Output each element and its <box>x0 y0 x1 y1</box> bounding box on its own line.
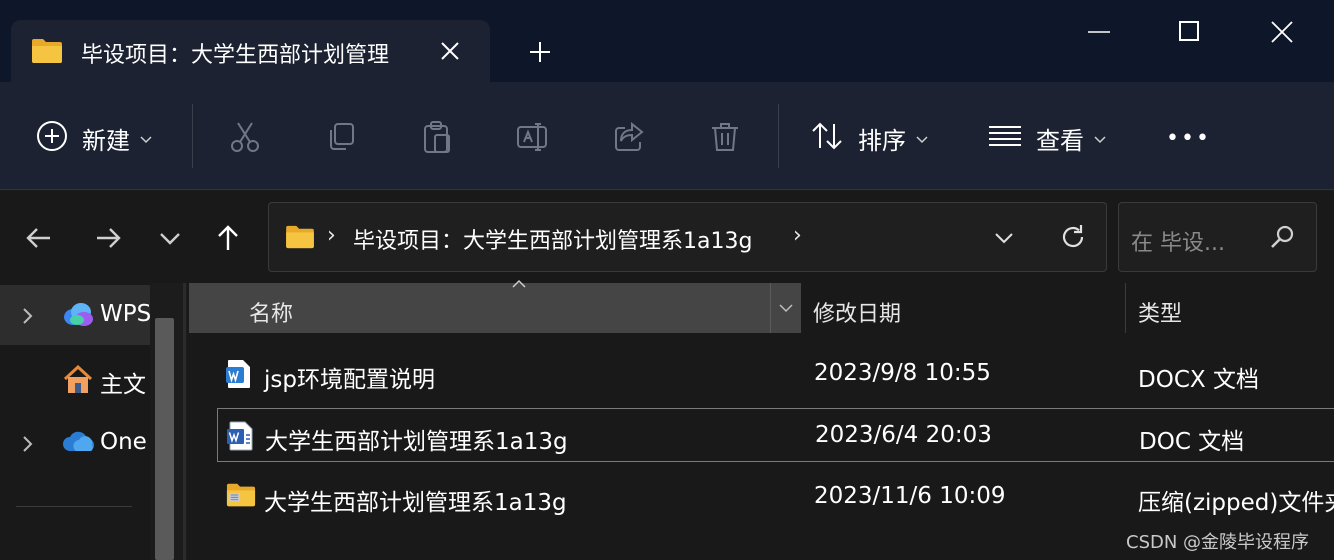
search-box[interactable]: 在 毕设... <box>1118 202 1317 272</box>
chevron-down-icon <box>140 129 152 148</box>
file-type: DOCX 文档 <box>1138 367 1259 393</box>
column-type-label: 类型 <box>1138 302 1183 327</box>
back-arrow-icon[interactable] <box>22 221 56 255</box>
file-row[interactable]: 大学生西部计划管理系1a13g 2023/11/6 10:09 压缩(zippe… <box>217 470 1334 524</box>
rename-icon[interactable] <box>516 120 550 154</box>
more-label: ••• <box>1166 125 1211 151</box>
column-header-type[interactable]: 类型 <box>1125 283 1334 333</box>
word-doc-icon <box>227 421 253 455</box>
sidebar-divider <box>16 506 132 507</box>
sidebar-item-home[interactable]: 主文 <box>0 349 150 409</box>
sidebar-item-label: One <box>100 429 147 455</box>
column-filter-dropdown[interactable] <box>770 283 801 333</box>
more-button[interactable]: ••• <box>1166 118 1211 158</box>
sort-ascending-indicator <box>511 277 527 293</box>
new-button[interactable]: 新建 <box>36 118 152 158</box>
navigation-pane: WPS 主文 One <box>0 283 152 560</box>
tab-title: 毕设项目：大学生西部计划管理 <box>81 43 390 68</box>
close-icon[interactable] <box>435 36 465 66</box>
view-icon <box>988 122 1022 154</box>
onedrive-icon <box>62 429 96 457</box>
sidebar-item-onedrive[interactable]: One <box>0 413 150 473</box>
sort-label: 排序 <box>858 126 906 155</box>
up-arrow-icon[interactable] <box>211 221 245 255</box>
forward-arrow-icon[interactable] <box>91 221 125 255</box>
file-type: 压缩(zipped)文件夹 <box>1138 490 1334 516</box>
chevron-right-icon[interactable] <box>22 435 34 457</box>
file-name: jsp环境配置说明 <box>264 367 435 393</box>
file-date: 2023/6/4 20:03 <box>815 422 992 448</box>
file-date: 2023/11/6 10:09 <box>814 483 1006 509</box>
file-list: 名称 修改日期 类型 jsp环境配置说明 2023/9/8 10:55 DOCX… <box>187 279 1334 560</box>
cut-icon[interactable] <box>228 120 262 154</box>
folder-icon <box>31 38 63 68</box>
folder-icon <box>285 225 315 253</box>
chevron-down-icon <box>916 129 928 148</box>
recent-locations-chevron-icon[interactable] <box>153 221 187 255</box>
chevron-down-icon <box>1094 129 1106 148</box>
new-icon <box>36 120 68 156</box>
plus-icon[interactable] <box>525 37 555 67</box>
pane-splitter[interactable] <box>183 283 186 560</box>
window-close-icon[interactable] <box>1262 12 1302 52</box>
breadcrumb-separator[interactable]: › <box>793 223 802 248</box>
share-icon[interactable] <box>612 120 646 154</box>
file-row[interactable]: jsp环境配置说明 2023/9/8 10:55 DOCX 文档 <box>217 347 1334 401</box>
wps-word-icon <box>226 359 252 393</box>
watermark-text: CSDN @金陵毕设程序 <box>1126 532 1310 553</box>
delete-icon[interactable] <box>708 120 742 154</box>
maximize-icon[interactable] <box>1170 12 1210 52</box>
minimize-icon[interactable] <box>1080 12 1120 52</box>
breadcrumb-separator[interactable]: › <box>327 223 336 248</box>
view-label: 查看 <box>1036 126 1084 155</box>
file-name: 大学生西部计划管理系1a13g <box>264 490 567 516</box>
view-button[interactable]: 查看 <box>988 118 1106 158</box>
home-icon <box>62 364 94 399</box>
title-bar: 毕设项目：大学生西部计划管理 <box>0 0 1334 82</box>
sidebar-item-label: 主文 <box>100 372 146 398</box>
search-icon[interactable] <box>1267 223 1297 253</box>
new-label: 新建 <box>82 126 130 155</box>
toolbar-divider <box>778 104 779 168</box>
sidebar-scrollbar[interactable] <box>155 318 174 560</box>
column-header-name[interactable]: 名称 <box>189 279 801 333</box>
sidebar-item-wps[interactable]: WPS <box>0 285 152 345</box>
zip-folder-icon <box>226 482 256 512</box>
refresh-icon[interactable] <box>1057 221 1089 253</box>
chevron-down-icon[interactable] <box>989 223 1019 253</box>
file-date: 2023/9/8 10:55 <box>814 360 991 386</box>
command-bar: 新建 排序 查看 ••• <box>0 82 1334 190</box>
search-placeholder: 在 毕设... <box>1131 231 1225 256</box>
tab-current[interactable]: 毕设项目：大学生西部计划管理 <box>11 20 490 82</box>
copy-icon[interactable] <box>324 120 358 154</box>
sidebar-item-label: WPS <box>100 301 152 327</box>
file-type: DOC 文档 <box>1139 429 1245 455</box>
address-bar[interactable]: › 毕设项目：大学生西部计划管理系1a13g › <box>268 202 1107 272</box>
breadcrumb-current[interactable]: 毕设项目：大学生西部计划管理系1a13g <box>353 223 752 255</box>
toolbar-divider <box>192 104 193 168</box>
column-name-label: 名称 <box>249 302 294 327</box>
wps-cloud-icon <box>62 301 94 331</box>
sort-button[interactable]: 排序 <box>810 118 928 158</box>
paste-icon[interactable] <box>420 120 454 154</box>
navigation-row: › 毕设项目：大学生西部计划管理系1a13g › 在 毕设... <box>0 191 1334 283</box>
sort-icon <box>810 120 844 156</box>
chevron-right-icon[interactable] <box>22 307 34 329</box>
file-name: 大学生西部计划管理系1a13g <box>265 429 568 455</box>
file-row[interactable]: 大学生西部计划管理系1a13g 2023/6/4 20:03 DOC 文档 <box>217 408 1334 462</box>
column-date-label: 修改日期 <box>813 302 902 327</box>
column-header-date[interactable]: 修改日期 <box>801 283 1125 333</box>
